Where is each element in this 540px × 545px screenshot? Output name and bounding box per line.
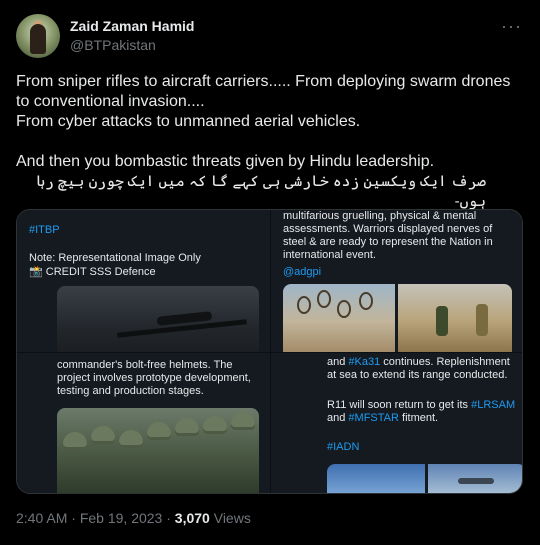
media-image-1[interactable]: #ITBP Note: Representational Image Only … <box>17 210 270 352</box>
views-label: Views <box>209 510 251 526</box>
media-image-2[interactable]: multifarious gruelling, physical & menta… <box>271 210 522 352</box>
media-grid[interactable]: #ITBP Note: Representational Image Only … <box>16 209 523 494</box>
tweet-line: From cyber attacks to unmanned aerial ve… <box>16 113 361 130</box>
media-image-3[interactable]: commander's bolt-free helmets. The proje… <box>17 353 270 493</box>
tweet-line: And then you bombastic threats given by … <box>16 153 435 170</box>
image-credit: 📸 CREDIT SSS Defence <box>29 266 156 278</box>
image-caption: commander's bolt-free helmets. The proje… <box>57 359 251 397</box>
tweet-time[interactable]: 2:40 AM <box>16 510 67 526</box>
author-names: Zaid Zaman Hamid @BTPakistan <box>70 17 194 55</box>
views-count: 3,070 <box>174 510 210 526</box>
jet-image <box>428 464 522 493</box>
hashtag-link[interactable]: #IADN <box>327 441 359 453</box>
tweet-text: From sniper rifles to aircraft carriers.… <box>16 72 524 212</box>
obstacle-course-image <box>283 284 395 352</box>
sniper-rifle-image <box>57 286 259 352</box>
author-display-name[interactable]: Zaid Zaman Hamid <box>70 17 194 35</box>
more-horizontal-icon[interactable]: ··· <box>501 16 522 37</box>
image-caption: R11 will soon return to get its #LRSAM a… <box>327 399 516 424</box>
soldiers-training-image <box>398 284 512 352</box>
image-caption: multifarious gruelling, physical & menta… <box>283 210 493 261</box>
author-handle[interactable]: @BTPakistan <box>70 35 194 55</box>
tweet-line: From sniper rifles to aircraft carriers.… <box>16 73 511 110</box>
tweet-line-urdu: صرف ایک ویکسین زدہ خارشی ہی کہے گا کہ می… <box>36 173 486 210</box>
sky-image <box>327 464 425 493</box>
mention-link[interactable]: @adgpi <box>283 266 321 278</box>
tweet: Zaid Zaman Hamid @BTPakistan ··· From sn… <box>0 0 540 545</box>
image-note: Note: Representational Image Only <box>29 252 201 264</box>
tweet-footer: 2:40 AM · Feb 19, 2023 · 3,070 Views <box>16 510 251 526</box>
image-caption: and #Ka31 continues. Replenishment at se… <box>327 356 510 381</box>
hashtag-link[interactable]: #ITBP <box>29 224 60 236</box>
tweet-header: Zaid Zaman Hamid @BTPakistan <box>16 14 524 62</box>
tweet-date[interactable]: Feb 19, 2023 <box>80 510 163 526</box>
soldiers-helmets-image <box>57 408 259 493</box>
media-image-4[interactable]: and #Ka31 continues. Replenishment at se… <box>271 353 522 493</box>
avatar[interactable] <box>16 14 60 58</box>
